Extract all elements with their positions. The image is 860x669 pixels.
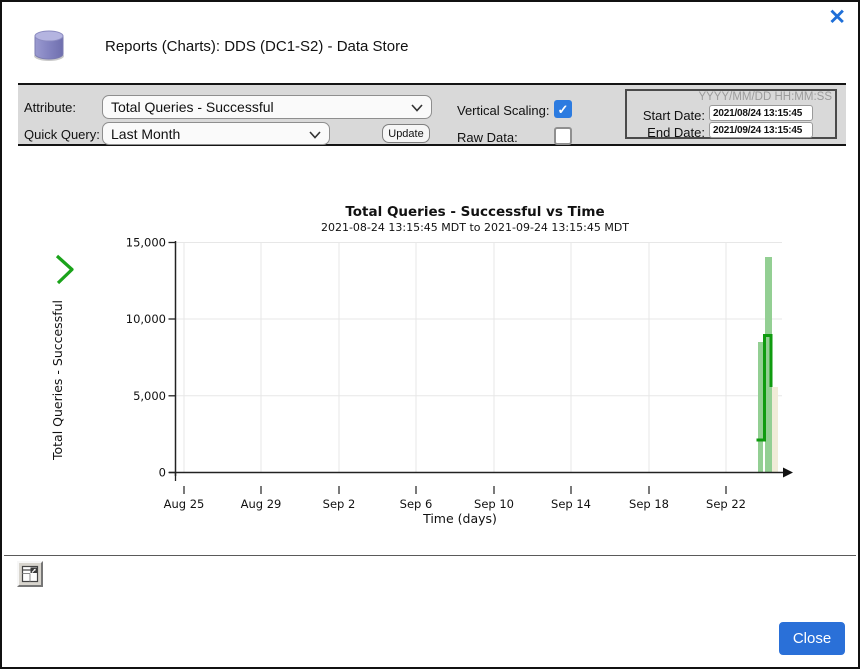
x-tick-label: Sep 10 xyxy=(474,497,514,511)
toolbar: Attribute: Total Queries - Successful Qu… xyxy=(18,83,846,146)
attribute-select[interactable]: Total Queries - Successful xyxy=(102,95,432,119)
end-date-input[interactable] xyxy=(709,122,813,138)
y-tick-label: 0 xyxy=(159,466,166,480)
y-tick-label: 10,000 xyxy=(126,312,166,326)
x-ticks xyxy=(184,486,726,494)
divider xyxy=(4,555,856,556)
x-tick-label: Sep 22 xyxy=(706,497,746,511)
y-ticks xyxy=(169,243,176,482)
update-button[interactable]: Update xyxy=(382,124,430,143)
chevron-down-icon xyxy=(411,104,423,112)
raw-data-checkbox[interactable] xyxy=(554,127,572,145)
attribute-label: Attribute: xyxy=(24,100,76,115)
date-range-group: YYYY/MM/DD HH:MM:SS Start Date: End Date… xyxy=(625,89,837,139)
x-tick-label: Sep 2 xyxy=(323,497,356,511)
chart-title: Total Queries - Successful vs Time xyxy=(345,204,604,220)
close-icon[interactable]: ✕ xyxy=(828,6,846,30)
x-axis-arrow xyxy=(783,468,793,478)
y-tick-label: 5,000 xyxy=(133,389,166,403)
gridlines xyxy=(175,242,782,472)
dialog-title: Reports (Charts): DDS (DC1-S2) - Data St… xyxy=(105,38,408,55)
quick-query-select-value: Last Month xyxy=(111,126,180,142)
chart-subtitle: 2021-08-24 13:15:45 MDT to 2021-09-24 13… xyxy=(321,221,629,234)
y-axis-label: Total Queries - Successful xyxy=(50,300,65,461)
range-bar xyxy=(758,342,763,472)
vertical-scaling-checkbox[interactable]: ✓ xyxy=(554,100,572,118)
chart: Total Queries - Successful vs Time 2021-… xyxy=(2,152,860,552)
x-tick-label: Aug 29 xyxy=(241,497,282,511)
line-chart-icon xyxy=(57,256,72,283)
quick-query-label: Quick Query: xyxy=(24,127,100,142)
chevron-down-icon xyxy=(309,131,321,139)
checkmark-icon: ✓ xyxy=(558,103,569,116)
y-tick-label: 15,000 xyxy=(126,236,166,250)
open-in-new-window-icon xyxy=(21,565,39,583)
x-tick-label: Sep 6 xyxy=(400,497,433,511)
x-axis-label: Time (days) xyxy=(422,511,497,526)
start-date-label: Start Date: xyxy=(627,108,705,123)
export-chart-button[interactable] xyxy=(17,561,43,587)
x-tick-label: Aug 25 xyxy=(164,497,205,511)
date-format-hint: YYYY/MM/DD HH:MM:SS xyxy=(698,91,832,103)
x-tick-label: Sep 14 xyxy=(551,497,591,511)
reports-chart-dialog: ✕ Reports (Charts): DDS (DC1-S2) - Data … xyxy=(0,0,860,669)
close-button[interactable]: Close xyxy=(779,622,845,655)
attribute-select-value: Total Queries - Successful xyxy=(111,99,274,115)
start-date-input[interactable] xyxy=(709,105,813,121)
vertical-scaling-label: Vertical Scaling: xyxy=(457,103,550,118)
end-date-label: End Date: xyxy=(627,125,705,140)
raw-data-label: Raw Data: xyxy=(457,130,518,145)
x-tick-label: Sep 18 xyxy=(629,497,669,511)
database-icon xyxy=(30,27,68,68)
quick-query-select[interactable]: Last Month xyxy=(102,122,330,145)
